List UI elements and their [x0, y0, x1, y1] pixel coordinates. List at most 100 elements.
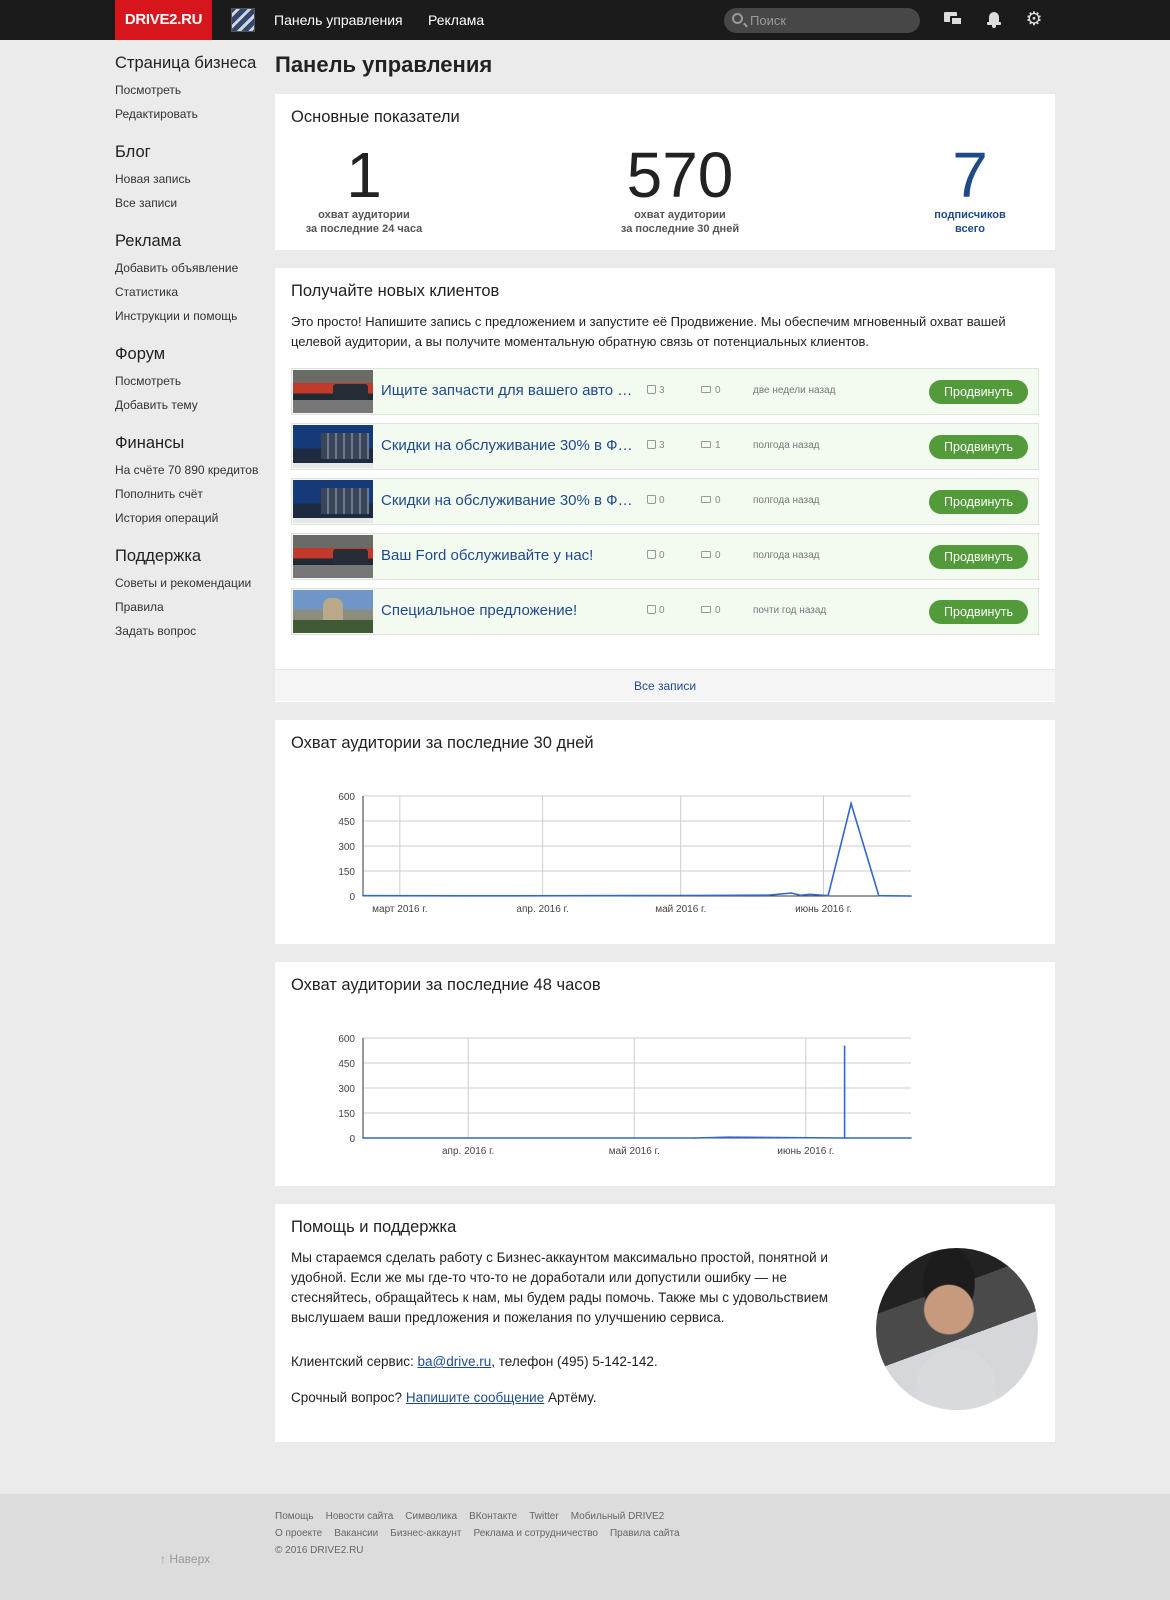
footer-link[interactable]: Мобильный DRIVE2: [571, 1511, 665, 1522]
sidebar-link[interactable]: Задать вопрос: [115, 619, 265, 643]
comment-icon: [701, 551, 711, 558]
help-title: Помощь и поддержка: [291, 1218, 457, 1236]
promote-button[interactable]: Продвинуть: [929, 435, 1028, 459]
x-tick-label: июнь 2016 г.: [777, 1146, 834, 1157]
promo-title: Получайте новых клиентов: [291, 282, 500, 300]
support-email-link[interactable]: ba@drive.ru: [418, 1354, 492, 1369]
footer-link[interactable]: Бизнес-аккаунт: [390, 1528, 461, 1539]
post-thumbnail[interactable]: [293, 370, 373, 413]
promo-post-row: Специальное предложение! 0 0 почти год наза…: [291, 588, 1039, 635]
sidebar-link[interactable]: Инструкции и помощь: [115, 304, 265, 328]
site-logo[interactable]: DRIVE2.RU: [115, 0, 212, 40]
urgent-question-line: Срочный вопрос? Напишите сообщение Артём…: [291, 1390, 596, 1405]
sidebar-link[interactable]: Все записи: [115, 191, 265, 215]
metric-label: за последние 30 дней: [620, 223, 740, 235]
sidebar-group: Реклама Добавить объявление Статистика Инст…: [115, 230, 265, 328]
promote-button[interactable]: Продвинуть: [929, 380, 1028, 404]
promote-button[interactable]: Продвинуть: [929, 545, 1028, 569]
post-title-link[interactable]: Скидки на обслуживание 30% в Форд-центре: [381, 437, 639, 454]
sidebar-link[interactable]: Пополнить счёт: [115, 482, 265, 506]
post-thumbnail[interactable]: [293, 480, 373, 523]
footer-link[interactable]: Новости сайта: [326, 1511, 394, 1522]
post-thumbnail[interactable]: [293, 590, 373, 633]
search-input[interactable]: [750, 8, 910, 33]
sidebar-link[interactable]: Редактировать: [115, 102, 265, 126]
thumbs-up-icon: [647, 605, 656, 614]
post-comments-count: 0: [715, 495, 721, 506]
metric-label: охват аудитории: [318, 209, 410, 221]
y-tick-label: 600: [338, 792, 355, 803]
post-comments-count: 0: [715, 550, 721, 561]
all-posts-link[interactable]: Все записи: [275, 669, 1055, 701]
metric-label: всего: [955, 223, 985, 235]
back-to-top-link[interactable]: ↑ Наверх: [160, 1552, 210, 1566]
metric-label: подписчиков: [934, 209, 1006, 221]
client-service-prefix: Клиентский сервис:: [291, 1354, 418, 1369]
metric-subscribers[interactable]: 7 подписчиков всего: [915, 142, 1025, 236]
sidebar-link[interactable]: Советы и рекомендации: [115, 571, 265, 595]
post-comments-count: 0: [715, 605, 721, 616]
promo-post-row: Скидки на обслуживание 30% в Форд-центре…: [291, 423, 1039, 470]
sidebar-group-title: Реклама: [115, 232, 182, 250]
post-thumbnail[interactable]: [293, 535, 373, 578]
sidebar-link[interactable]: Статистика: [115, 280, 265, 304]
post-date: полгода назад: [753, 550, 820, 561]
post-date: почти год назад: [753, 605, 827, 616]
y-tick-label: 0: [349, 892, 355, 903]
footer-link[interactable]: Символика: [405, 1511, 457, 1522]
sidebar-link[interactable]: Правила: [115, 595, 265, 619]
post-likes-count: 0: [659, 605, 665, 616]
promote-button[interactable]: Продвинуть: [929, 600, 1028, 624]
comment-icon: [701, 441, 711, 448]
footer-link[interactable]: Помощь: [275, 1511, 314, 1522]
client-service-line: Клиентский сервис: ba@drive.ru, телефон …: [291, 1354, 658, 1369]
post-date: две недели назад: [753, 385, 836, 396]
post-title-link[interactable]: Специальное предложение!: [381, 602, 639, 619]
footer-link[interactable]: Реклама и сотрудничество: [474, 1528, 598, 1539]
chat-icon[interactable]: [944, 11, 964, 29]
footer-link[interactable]: ВКонтакте: [469, 1511, 517, 1522]
footer-link[interactable]: Вакансии: [334, 1528, 378, 1539]
nav-ads[interactable]: Реклама: [428, 0, 484, 40]
data-point: [799, 894, 802, 897]
series-line: [362, 800, 912, 897]
sidebar-group-title: Поддержка: [115, 547, 202, 565]
write-message-link[interactable]: Напишите сообщение: [406, 1390, 544, 1405]
footer-link[interactable]: Правила сайта: [610, 1528, 680, 1539]
search-box[interactable]: [724, 8, 920, 33]
post-comments: 0: [701, 605, 721, 616]
y-tick-label: 450: [338, 817, 355, 828]
sidebar-link[interactable]: На счёте 70 890 кредитов: [115, 458, 265, 482]
nav-dashboard[interactable]: Панель управления: [274, 0, 403, 40]
data-point: [727, 1136, 730, 1138]
y-tick-label: 150: [338, 1109, 355, 1120]
sidebar-group-title: Финансы: [115, 434, 185, 452]
y-tick-label: 300: [338, 1084, 355, 1095]
bell-icon[interactable]: [984, 11, 1004, 29]
post-thumbnail[interactable]: [293, 425, 373, 468]
sidebar-group: Поддержка Советы и рекомендации Правила Зад…: [115, 545, 265, 643]
sidebar-link[interactable]: Новая запись: [115, 167, 265, 191]
promote-button[interactable]: Продвинуть: [929, 490, 1028, 514]
post-comments-count: 0: [715, 385, 721, 396]
footer-link[interactable]: Twitter: [529, 1511, 558, 1522]
business-avatar[interactable]: [231, 8, 255, 32]
y-tick-label: 300: [338, 842, 355, 853]
thumbs-up-icon: [647, 495, 656, 504]
sidebar-link[interactable]: История операций: [115, 506, 265, 530]
sidebar: Страница бизнеса Посмотреть Редактировать Б…: [115, 52, 265, 658]
sidebar-link[interactable]: Добавить объявление: [115, 256, 265, 280]
post-likes-count: 0: [659, 495, 665, 506]
post-title-link[interactable]: Скидки на обслуживание 30% в Форд-центре: [381, 492, 639, 509]
post-title-link[interactable]: Ищите запчасти для вашего авто в магазин…: [381, 382, 639, 399]
metric-value: 7: [952, 139, 988, 211]
y-tick-label: 0: [349, 1134, 355, 1145]
footer-link[interactable]: О проекте: [275, 1528, 322, 1539]
footer-links-row-1: Помощь Новости сайта Символика ВКонтакте Twi…: [275, 1511, 676, 1522]
sidebar-link[interactable]: Добавить тему: [115, 393, 265, 417]
x-tick-label: май 2016 г.: [609, 1146, 660, 1157]
gear-icon[interactable]: ⚙: [1024, 10, 1044, 29]
sidebar-link[interactable]: Посмотреть: [115, 78, 265, 102]
sidebar-link[interactable]: Посмотреть: [115, 369, 265, 393]
post-title-link[interactable]: Ваш Ford обслуживайте у нас!: [381, 547, 639, 564]
